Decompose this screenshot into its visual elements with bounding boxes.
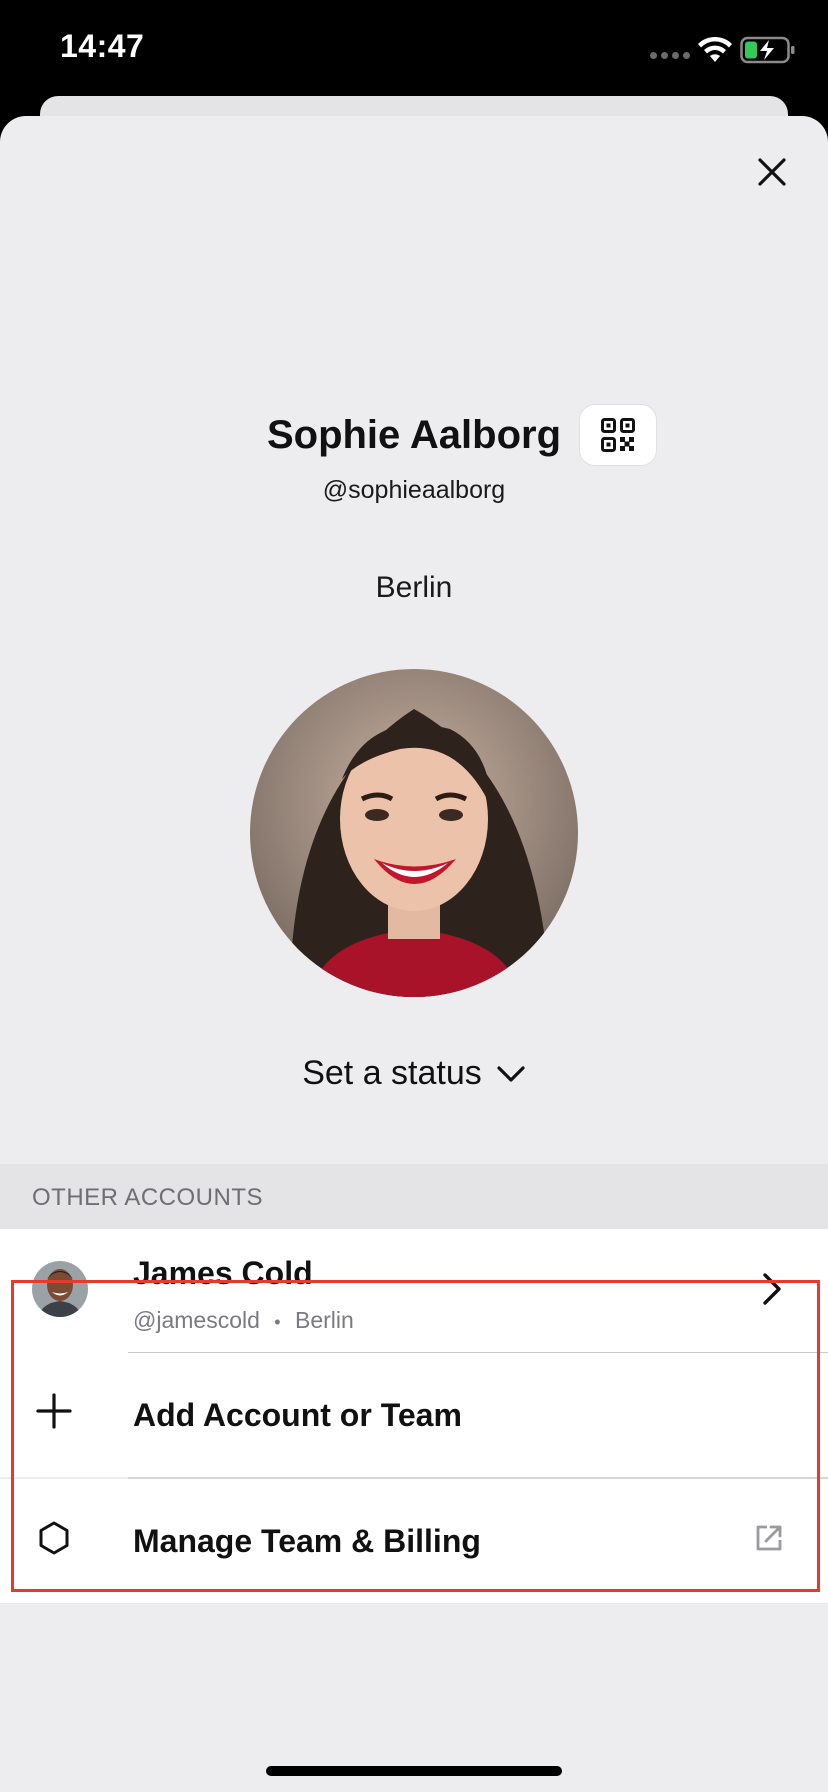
manage-team-billing-button[interactable]: Manage Team & Billing [0,1479,828,1603]
qr-code-button[interactable] [579,404,658,466]
other-accounts-header: OTHER ACCOUNTS [0,1164,828,1229]
home-indicator [266,1766,562,1776]
cellular-signal-icon [650,52,690,59]
add-account-label: Add Account or Team [133,1397,462,1433]
account-handle: @jamescold [133,1307,260,1333]
status-time: 14:47 [60,28,145,64]
profile-avatar[interactable] [250,669,578,997]
other-accounts-title: OTHER ACCOUNTS [32,1184,264,1211]
profile-name-row: Sophie Aalborg [0,404,828,466]
close-button[interactable] [752,152,792,192]
account-meta: @jamescold • Berlin [133,1307,354,1334]
account-row-james-cold[interactable]: James Cold @jamescold • Berlin [0,1229,828,1353]
profile-location: Berlin [375,571,453,604]
chevron-right-icon [763,1273,781,1305]
account-name: James Cold [133,1255,313,1291]
avatar [32,1261,88,1317]
set-status-label: Set a status [302,1054,482,1092]
chevron-down-icon [497,1065,525,1082]
plus-icon [36,1393,72,1429]
hexagon-icon [39,1521,69,1555]
account-location: Berlin [295,1307,354,1333]
profile-name: Sophie Aalborg [266,412,562,457]
add-account-button[interactable]: Add Account or Team [0,1353,828,1477]
wifi-icon [698,36,732,62]
battery-icon [740,36,795,64]
meta-separator: • [274,1312,281,1332]
status-bar: 14:47 [0,0,828,100]
set-status-button[interactable]: Set a status [0,1054,828,1093]
manage-team-billing-label: Manage Team & Billing [133,1523,481,1559]
profile-handle: @sophieaalborg [322,476,506,504]
profile-sheet: Sophie Aalborg @sophieaalborg Berlin Set… [0,116,828,1792]
qr-code-icon [601,418,636,452]
external-link-icon [756,1525,782,1551]
close-icon [758,158,786,186]
